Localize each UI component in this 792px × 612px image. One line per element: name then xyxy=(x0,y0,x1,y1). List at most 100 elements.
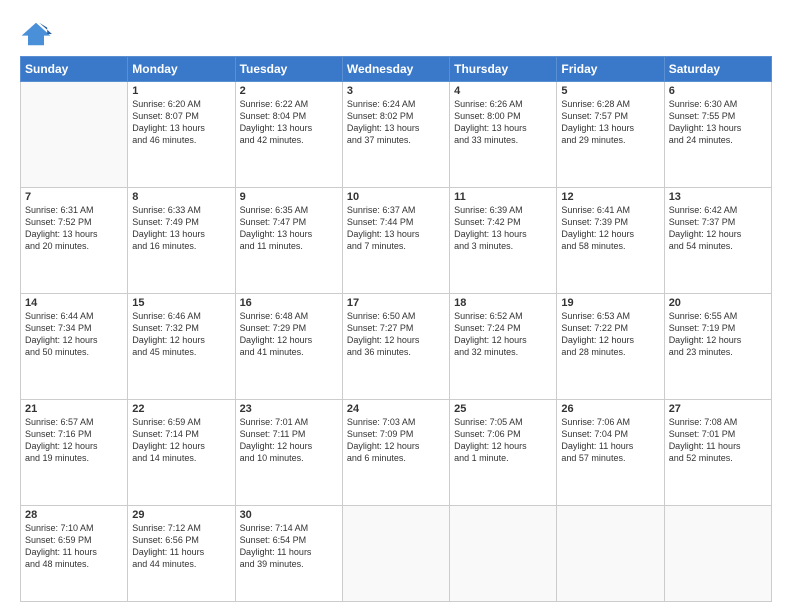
calendar-cell xyxy=(342,505,449,601)
calendar-header-row: SundayMondayTuesdayWednesdayThursdayFrid… xyxy=(21,57,772,82)
day-info: Sunrise: 6:24 AM Sunset: 8:02 PM Dayligh… xyxy=(347,98,445,147)
calendar-cell: 2Sunrise: 6:22 AM Sunset: 8:04 PM Daylig… xyxy=(235,82,342,188)
calendar-cell: 3Sunrise: 6:24 AM Sunset: 8:02 PM Daylig… xyxy=(342,82,449,188)
day-info: Sunrise: 6:37 AM Sunset: 7:44 PM Dayligh… xyxy=(347,204,445,253)
day-number: 24 xyxy=(347,403,445,415)
day-info: Sunrise: 6:28 AM Sunset: 7:57 PM Dayligh… xyxy=(561,98,659,147)
day-number: 3 xyxy=(347,85,445,97)
calendar-cell: 16Sunrise: 6:48 AM Sunset: 7:29 PM Dayli… xyxy=(235,293,342,399)
calendar-cell: 10Sunrise: 6:37 AM Sunset: 7:44 PM Dayli… xyxy=(342,187,449,293)
day-info: Sunrise: 7:06 AM Sunset: 7:04 PM Dayligh… xyxy=(561,416,659,465)
day-number: 22 xyxy=(132,403,230,415)
calendar-cell: 29Sunrise: 7:12 AM Sunset: 6:56 PM Dayli… xyxy=(128,505,235,601)
calendar-cell xyxy=(21,82,128,188)
day-number: 23 xyxy=(240,403,338,415)
day-number: 18 xyxy=(454,297,552,309)
calendar-cell: 21Sunrise: 6:57 AM Sunset: 7:16 PM Dayli… xyxy=(21,399,128,505)
day-of-week-header: Saturday xyxy=(664,57,771,82)
calendar-cell: 12Sunrise: 6:41 AM Sunset: 7:39 PM Dayli… xyxy=(557,187,664,293)
day-number: 25 xyxy=(454,403,552,415)
day-number: 11 xyxy=(454,191,552,203)
day-info: Sunrise: 6:57 AM Sunset: 7:16 PM Dayligh… xyxy=(25,416,123,465)
day-info: Sunrise: 6:26 AM Sunset: 8:00 PM Dayligh… xyxy=(454,98,552,147)
calendar-cell: 1Sunrise: 6:20 AM Sunset: 8:07 PM Daylig… xyxy=(128,82,235,188)
calendar-cell: 30Sunrise: 7:14 AM Sunset: 6:54 PM Dayli… xyxy=(235,505,342,601)
day-number: 8 xyxy=(132,191,230,203)
day-info: Sunrise: 6:33 AM Sunset: 7:49 PM Dayligh… xyxy=(132,204,230,253)
day-number: 26 xyxy=(561,403,659,415)
calendar-cell: 22Sunrise: 6:59 AM Sunset: 7:14 PM Dayli… xyxy=(128,399,235,505)
calendar-week-row: 1Sunrise: 6:20 AM Sunset: 8:07 PM Daylig… xyxy=(21,82,772,188)
calendar-week-row: 14Sunrise: 6:44 AM Sunset: 7:34 PM Dayli… xyxy=(21,293,772,399)
day-info: Sunrise: 6:46 AM Sunset: 7:32 PM Dayligh… xyxy=(132,310,230,359)
calendar-table: SundayMondayTuesdayWednesdayThursdayFrid… xyxy=(20,56,772,602)
day-info: Sunrise: 7:10 AM Sunset: 6:59 PM Dayligh… xyxy=(25,522,123,571)
day-info: Sunrise: 7:05 AM Sunset: 7:06 PM Dayligh… xyxy=(454,416,552,465)
day-info: Sunrise: 6:50 AM Sunset: 7:27 PM Dayligh… xyxy=(347,310,445,359)
header xyxy=(20,18,772,48)
calendar-cell: 6Sunrise: 6:30 AM Sunset: 7:55 PM Daylig… xyxy=(664,82,771,188)
calendar-cell: 26Sunrise: 7:06 AM Sunset: 7:04 PM Dayli… xyxy=(557,399,664,505)
calendar-week-row: 7Sunrise: 6:31 AM Sunset: 7:52 PM Daylig… xyxy=(21,187,772,293)
day-info: Sunrise: 7:08 AM Sunset: 7:01 PM Dayligh… xyxy=(669,416,767,465)
calendar-cell: 23Sunrise: 7:01 AM Sunset: 7:11 PM Dayli… xyxy=(235,399,342,505)
calendar-cell: 9Sunrise: 6:35 AM Sunset: 7:47 PM Daylig… xyxy=(235,187,342,293)
calendar-cell: 28Sunrise: 7:10 AM Sunset: 6:59 PM Dayli… xyxy=(21,505,128,601)
calendar-cell: 17Sunrise: 6:50 AM Sunset: 7:27 PM Dayli… xyxy=(342,293,449,399)
day-number: 27 xyxy=(669,403,767,415)
calendar-cell: 24Sunrise: 7:03 AM Sunset: 7:09 PM Dayli… xyxy=(342,399,449,505)
day-number: 14 xyxy=(25,297,123,309)
calendar-cell: 25Sunrise: 7:05 AM Sunset: 7:06 PM Dayli… xyxy=(450,399,557,505)
day-number: 21 xyxy=(25,403,123,415)
day-info: Sunrise: 6:20 AM Sunset: 8:07 PM Dayligh… xyxy=(132,98,230,147)
day-number: 20 xyxy=(669,297,767,309)
day-number: 9 xyxy=(240,191,338,203)
day-number: 17 xyxy=(347,297,445,309)
day-of-week-header: Tuesday xyxy=(235,57,342,82)
day-info: Sunrise: 6:52 AM Sunset: 7:24 PM Dayligh… xyxy=(454,310,552,359)
calendar-cell xyxy=(664,505,771,601)
day-number: 28 xyxy=(25,509,123,521)
calendar-cell: 4Sunrise: 6:26 AM Sunset: 8:00 PM Daylig… xyxy=(450,82,557,188)
day-of-week-header: Friday xyxy=(557,57,664,82)
day-number: 1 xyxy=(132,85,230,97)
day-of-week-header: Sunday xyxy=(21,57,128,82)
day-info: Sunrise: 6:59 AM Sunset: 7:14 PM Dayligh… xyxy=(132,416,230,465)
day-number: 4 xyxy=(454,85,552,97)
day-of-week-header: Thursday xyxy=(450,57,557,82)
calendar-cell: 13Sunrise: 6:42 AM Sunset: 7:37 PM Dayli… xyxy=(664,187,771,293)
day-number: 6 xyxy=(669,85,767,97)
day-info: Sunrise: 6:55 AM Sunset: 7:19 PM Dayligh… xyxy=(669,310,767,359)
calendar-cell xyxy=(557,505,664,601)
day-number: 13 xyxy=(669,191,767,203)
day-info: Sunrise: 6:53 AM Sunset: 7:22 PM Dayligh… xyxy=(561,310,659,359)
day-info: Sunrise: 7:03 AM Sunset: 7:09 PM Dayligh… xyxy=(347,416,445,465)
calendar-week-row: 21Sunrise: 6:57 AM Sunset: 7:16 PM Dayli… xyxy=(21,399,772,505)
page: SundayMondayTuesdayWednesdayThursdayFrid… xyxy=(0,0,792,612)
day-info: Sunrise: 6:41 AM Sunset: 7:39 PM Dayligh… xyxy=(561,204,659,253)
day-info: Sunrise: 7:12 AM Sunset: 6:56 PM Dayligh… xyxy=(132,522,230,571)
calendar-cell: 5Sunrise: 6:28 AM Sunset: 7:57 PM Daylig… xyxy=(557,82,664,188)
day-of-week-header: Monday xyxy=(128,57,235,82)
calendar-cell: 20Sunrise: 6:55 AM Sunset: 7:19 PM Dayli… xyxy=(664,293,771,399)
day-number: 5 xyxy=(561,85,659,97)
day-number: 19 xyxy=(561,297,659,309)
day-number: 15 xyxy=(132,297,230,309)
day-number: 29 xyxy=(132,509,230,521)
day-number: 10 xyxy=(347,191,445,203)
calendar-cell: 18Sunrise: 6:52 AM Sunset: 7:24 PM Dayli… xyxy=(450,293,557,399)
day-info: Sunrise: 7:01 AM Sunset: 7:11 PM Dayligh… xyxy=(240,416,338,465)
calendar-cell: 8Sunrise: 6:33 AM Sunset: 7:49 PM Daylig… xyxy=(128,187,235,293)
day-of-week-header: Wednesday xyxy=(342,57,449,82)
calendar-cell: 14Sunrise: 6:44 AM Sunset: 7:34 PM Dayli… xyxy=(21,293,128,399)
calendar-week-row: 28Sunrise: 7:10 AM Sunset: 6:59 PM Dayli… xyxy=(21,505,772,601)
day-info: Sunrise: 6:42 AM Sunset: 7:37 PM Dayligh… xyxy=(669,204,767,253)
day-number: 12 xyxy=(561,191,659,203)
day-info: Sunrise: 6:48 AM Sunset: 7:29 PM Dayligh… xyxy=(240,310,338,359)
logo xyxy=(20,22,54,48)
day-number: 2 xyxy=(240,85,338,97)
day-info: Sunrise: 6:30 AM Sunset: 7:55 PM Dayligh… xyxy=(669,98,767,147)
calendar-cell: 15Sunrise: 6:46 AM Sunset: 7:32 PM Dayli… xyxy=(128,293,235,399)
day-info: Sunrise: 7:14 AM Sunset: 6:54 PM Dayligh… xyxy=(240,522,338,571)
day-info: Sunrise: 6:35 AM Sunset: 7:47 PM Dayligh… xyxy=(240,204,338,253)
